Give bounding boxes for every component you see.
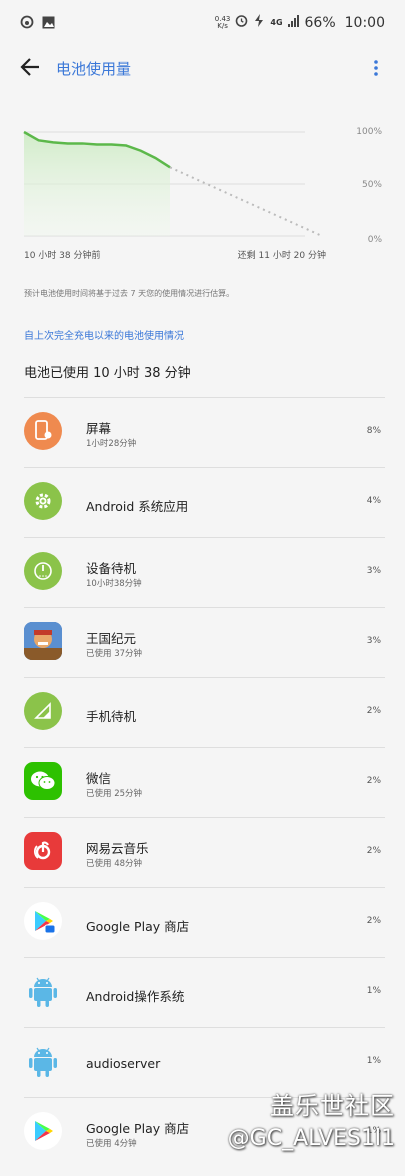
app-name: Google Play 商店 xyxy=(86,919,190,934)
app-percent: 1% xyxy=(366,986,381,996)
app-usage-time: 10小时38分钟 xyxy=(86,579,142,589)
projection-line xyxy=(169,166,323,237)
game-icon xyxy=(24,622,62,660)
list-item[interactable]: 王国纪元 已使用 37分钟 3% xyxy=(24,607,385,677)
usage-summary: 电池已使用 10 小时 38 分钟 xyxy=(24,366,191,381)
data-saver-icon xyxy=(253,14,265,31)
app-name: 屏幕 xyxy=(86,421,112,436)
screen-icon xyxy=(24,412,62,450)
clock: 10:00 xyxy=(344,14,385,31)
app-usage-list: 屏幕 1小时28分钟 8% Android 系统应用 4% 设备待机 10小时3… xyxy=(24,397,385,1167)
gallery-icon xyxy=(42,14,55,33)
y-tick-label: 50% xyxy=(362,180,382,190)
list-item[interactable]: 微信 已使用 25分钟 2% xyxy=(24,747,385,817)
list-item[interactable]: 设备待机 10小时38分钟 3% xyxy=(24,537,385,607)
app-name: Google Play 商店 xyxy=(86,1121,190,1136)
list-item[interactable]: Google Play 商店 2% xyxy=(24,887,385,957)
watermark-title: 盖乐世社区 xyxy=(270,1092,395,1120)
app-percent: 4% xyxy=(366,496,381,506)
app-name: Android 系统应用 xyxy=(86,499,189,514)
app-name: 设备待机 xyxy=(86,561,137,576)
android-icon xyxy=(24,972,62,1010)
estimate-note: 预计电池使用时间将基于过去 7 天您的使用情况进行估算。 xyxy=(24,289,235,298)
usage-since-charge-link[interactable]: 自上次完全充电以来的电池使用情况 xyxy=(24,327,184,342)
app-usage-time: 已使用 4分钟 xyxy=(86,1139,137,1149)
app-percent: 2% xyxy=(366,776,381,786)
battery-chart-svg: 100% 50% 0% 10 小时 38 分钟前 还剩 11 小时 20 分钟 xyxy=(23,127,383,261)
app-percent: 1% xyxy=(366,1056,381,1066)
wechat-icon xyxy=(24,762,62,800)
app-percent: 2% xyxy=(366,846,381,856)
battery-percent: 66% xyxy=(304,14,336,31)
app-percent: 3% xyxy=(366,636,381,646)
list-item[interactable]: 手机待机 2% xyxy=(24,677,385,747)
weibo-icon xyxy=(20,14,34,33)
app-name: 微信 xyxy=(86,771,112,786)
more-vert-icon xyxy=(374,60,378,76)
app-percent: 8% xyxy=(366,426,381,436)
android-icon xyxy=(24,1042,62,1080)
watermark-handle: @GC_ALVES1l1 xyxy=(227,1126,395,1151)
google-play-icon xyxy=(24,902,62,940)
status-bar: 0.43 K/s 4G 66% 10:00 xyxy=(0,0,405,46)
signal-icon xyxy=(24,692,62,730)
page-title: 电池使用量 xyxy=(56,60,132,78)
app-percent: 2% xyxy=(366,916,381,926)
more-options-button[interactable] xyxy=(373,60,379,76)
x-label-start: 10 小时 38 分钟前 xyxy=(24,249,101,261)
app-name: Android操作系统 xyxy=(86,989,185,1004)
y-tick-label: 100% xyxy=(356,127,382,137)
list-item[interactable]: 屏幕 1小时28分钟 8% xyxy=(24,397,385,467)
list-item[interactable]: 网易云音乐 已使用 48分钟 2% xyxy=(24,817,385,887)
app-name: 手机待机 xyxy=(86,709,137,724)
google-play-icon xyxy=(24,1112,62,1150)
x-label-end: 还剩 11 小时 20 分钟 xyxy=(238,249,326,261)
app-usage-time: 已使用 25分钟 xyxy=(86,789,143,799)
arrow-left-icon xyxy=(20,58,39,76)
net-speed: 0.43 K/s xyxy=(214,14,231,30)
gear-icon xyxy=(24,482,62,520)
back-button[interactable] xyxy=(20,58,44,78)
usage-area xyxy=(24,132,170,236)
app-name: 网易云音乐 xyxy=(86,841,149,856)
app-usage-time: 1小时28分钟 xyxy=(86,439,137,449)
battery-chart: 100% 50% 0% 10 小时 38 分钟前 还剩 11 小时 20 分钟 xyxy=(0,112,405,262)
list-item[interactable]: Android操作系统 1% xyxy=(24,957,385,1027)
y-tick-label: 0% xyxy=(368,235,383,245)
netease-music-icon xyxy=(24,832,62,870)
power-icon xyxy=(24,552,62,590)
app-usage-time: 已使用 37分钟 xyxy=(86,649,143,659)
alarm-icon xyxy=(235,14,248,31)
app-name: 王国纪元 xyxy=(86,631,137,646)
list-item[interactable]: Android 系统应用 4% xyxy=(24,467,385,537)
app-bar: 电池使用量 xyxy=(0,46,405,90)
network-type: 4G xyxy=(270,18,283,27)
app-percent: 2% xyxy=(366,706,381,716)
signal-icon xyxy=(287,14,300,31)
app-percent: 3% xyxy=(366,566,381,576)
app-usage-time: 已使用 48分钟 xyxy=(86,859,143,869)
app-name: audioserver xyxy=(86,1056,161,1071)
